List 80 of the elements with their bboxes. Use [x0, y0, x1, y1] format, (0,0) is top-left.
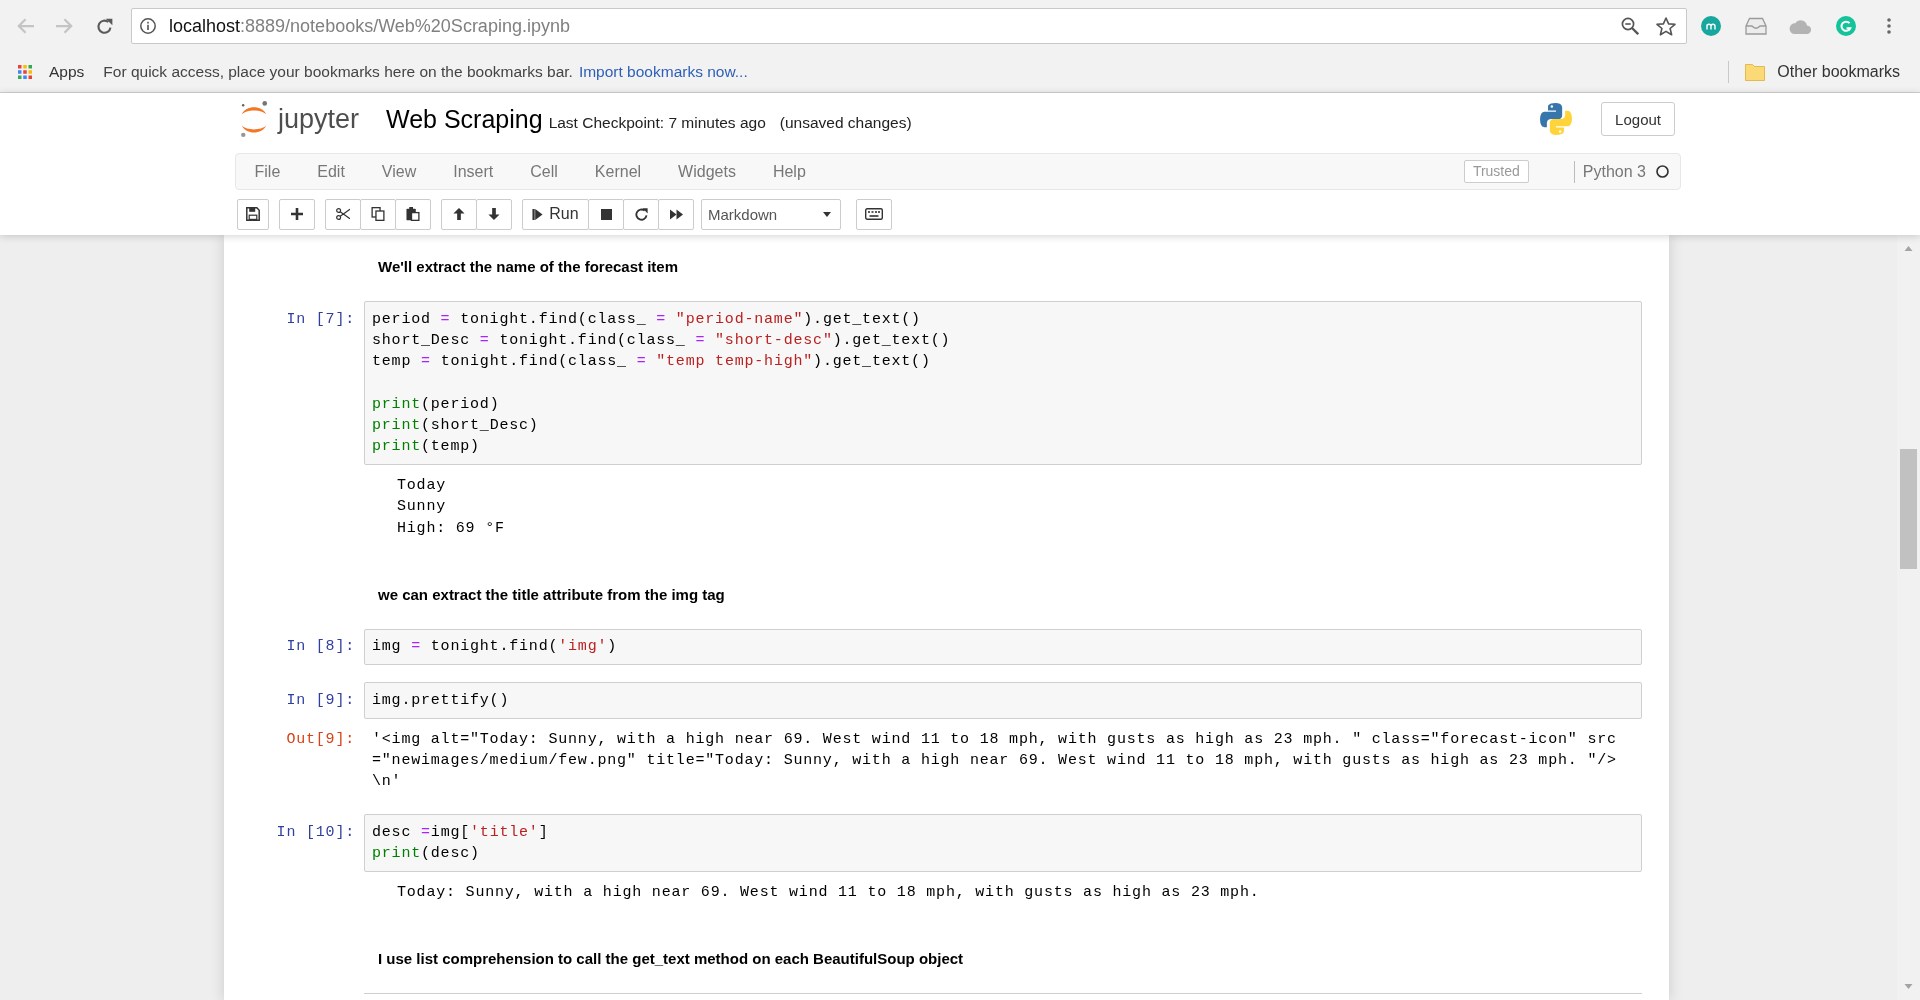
move-down-button[interactable]	[476, 198, 512, 230]
info-icon[interactable]	[140, 18, 156, 34]
refresh-icon	[634, 207, 648, 221]
stop-button[interactable]	[588, 198, 624, 230]
code-line: img.prettify()	[372, 690, 510, 711]
notebook-title[interactable]: Web Scraping	[386, 104, 543, 134]
input-prompt: In [9]:	[286, 690, 355, 711]
code-input[interactable]: img = tonight.find('img')	[364, 628, 1642, 666]
checkpoint-status: Last Checkpoint: 7 minutes ago	[548, 113, 766, 132]
scrollbar-thumb[interactable]	[1900, 449, 1917, 569]
restart-run-all-button[interactable]	[658, 198, 694, 230]
markdown-text: I use list comprehension to call the get_text method on each BeautifulSoup object	[378, 949, 964, 970]
logo-text[interactable]: jupyter	[278, 103, 360, 135]
copy-button[interactable]	[360, 198, 396, 230]
move-up-button[interactable]	[441, 198, 477, 230]
code-line: short_Desc = tonight.find(class_ = "short-desc").get_text()	[372, 330, 951, 351]
python-logo-icon	[1539, 102, 1574, 136]
save-icon	[246, 207, 260, 221]
code-input[interactable]: img.prettify()	[364, 682, 1642, 719]
bookmarks-hint: For quick access, place your bookmarks here on the bookmarks bar.	[103, 63, 573, 81]
code-input[interactable]	[364, 301, 1642, 466]
output-text: Today Sunny High: 69 °F	[397, 476, 505, 539]
copy-icon	[371, 207, 385, 221]
cell-type-select[interactable]: Markdown	[701, 198, 841, 230]
menu-item[interactable]: Kernel	[576, 154, 660, 189]
caret-icon	[823, 211, 831, 217]
arrow-down-icon	[488, 208, 500, 220]
code-line: print(desc)	[372, 844, 480, 865]
kernel-name: Python 3	[1582, 162, 1646, 181]
save-button[interactable]	[237, 198, 269, 230]
command-palette-button[interactable]	[856, 198, 892, 230]
logout-button[interactable]: Logout	[1601, 102, 1675, 136]
keyboard-icon	[865, 208, 883, 220]
zoom-out-icon[interactable]	[1621, 17, 1639, 35]
plus-icon	[291, 208, 303, 220]
code-input[interactable]: desc =img['title'] print(desc)	[364, 814, 1642, 873]
code-line: img = tonight.find('img')	[372, 637, 618, 658]
arrow-up-icon	[453, 208, 465, 220]
step-forward-icon	[532, 208, 544, 220]
code-line: temp = tonight.find(class_ = "temp temp-high").get_text()	[372, 352, 931, 373]
menu-item[interactable]: View	[363, 154, 435, 189]
markdown-text: We'll extract the name of the forecast item	[378, 257, 679, 277]
cut-button[interactable]	[325, 198, 361, 230]
menu-icon[interactable]	[1887, 18, 1891, 34]
output-text: '<img alt="Today: Sunny, with a high near 69. West wind 11 to 18 mph, with gusts as high as 23 mph. " class="forecast-icon" src="newimages/medium/few.png" title="Today: Sunny, with a high near 69. West wind 11 to 18 mph, with gusts as high as 23 mph. "/>\n'	[372, 729, 1618, 793]
output-text: Today: Sunny, with a high near 69. West wind 11 to 18 mph, with gusts as high as 23 mph.	[397, 883, 1260, 904]
logo-icon[interactable]	[240, 100, 268, 138]
menu-item[interactable]: Widgets	[659, 154, 755, 189]
output-prompt: Out[9]:	[286, 729, 355, 750]
apps-grid-icon[interactable]	[18, 65, 32, 79]
markdown-text: we can extract the title attribute from the img tag	[378, 584, 725, 605]
input-prompt: In [7]:	[286, 309, 355, 330]
address-bar[interactable]: localhost:8889/notebooks/Web%20Scraping.ipynb	[131, 8, 1687, 44]
scissors-icon	[336, 207, 350, 221]
menu-item[interactable]: Edit	[298, 154, 364, 189]
insert-cell-button[interactable]	[279, 198, 315, 230]
menu-item[interactable]: File	[236, 154, 299, 189]
code-line: print(short_Desc)	[372, 416, 539, 436]
code-line: desc =img['title']	[372, 822, 549, 843]
menu-item[interactable]: Help	[754, 154, 825, 189]
code-line: print(period)	[372, 394, 500, 415]
extension-icon[interactable]	[1701, 16, 1721, 36]
input-prompt: In [8]:	[286, 637, 355, 658]
save-status: (unsaved changes)	[779, 113, 912, 132]
menu-item[interactable]: Cell	[511, 154, 577, 189]
star-icon[interactable]	[1656, 16, 1676, 36]
menu-item[interactable]: Insert	[434, 154, 512, 189]
fast-forward-icon	[669, 207, 683, 221]
clipboard-icon	[406, 207, 420, 221]
import-bookmarks-link[interactable]: Import bookmarks now...	[578, 63, 748, 81]
code-line: period = tonight.find(class_ = "period-name").get_text()	[372, 309, 921, 330]
input-prompt: In [10]:	[276, 822, 355, 843]
apps-link[interactable]: Apps	[49, 63, 85, 81]
other-bookmarks-link[interactable]: Other bookmarks	[1777, 63, 1900, 81]
code-line: print(temp)	[372, 437, 480, 458]
stop-icon	[600, 208, 612, 220]
paste-button[interactable]	[395, 198, 431, 230]
restart-button[interactable]	[623, 198, 659, 230]
reload-icon[interactable]	[96, 17, 113, 35]
run-button[interactable]: Run	[522, 198, 589, 230]
